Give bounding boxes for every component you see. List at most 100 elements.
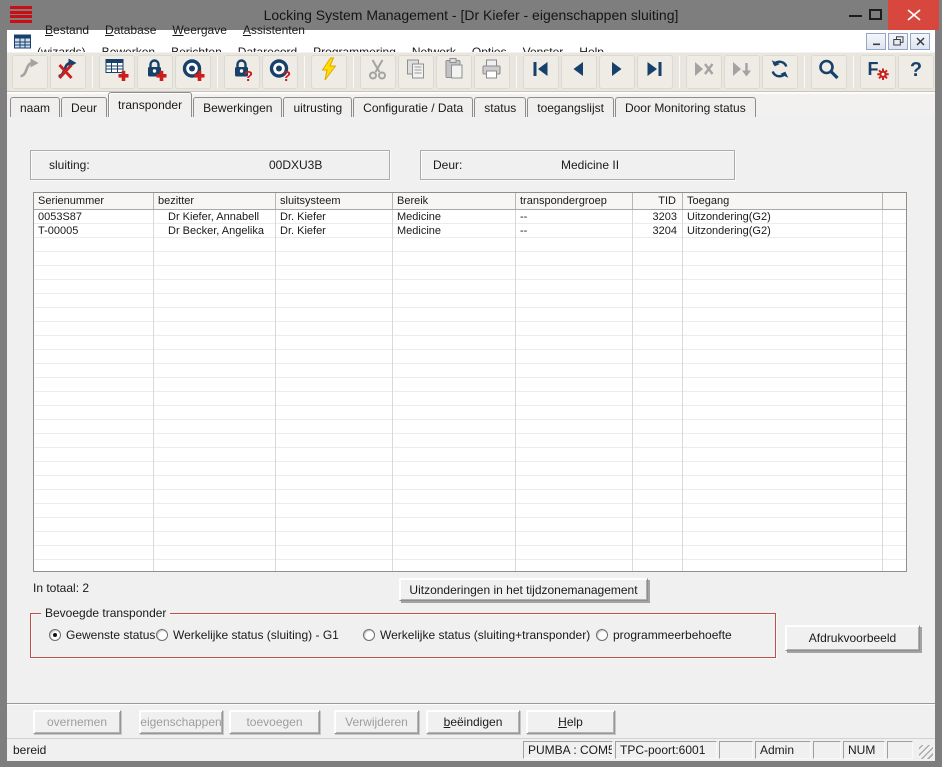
toolbar-help-button[interactable]: ?	[898, 55, 934, 89]
toolbar-cut-button[interactable]	[360, 55, 396, 89]
eigenschappen-button[interactable]: eigenschappen	[139, 710, 223, 734]
print-preview-button[interactable]: Afdrukvoorbeeld	[785, 625, 920, 651]
be-indigen-button[interactable]: beëindigen	[426, 710, 520, 734]
column-header-serienummer[interactable]: Serienummer	[34, 193, 154, 209]
status-panel-tpc-poort-6001: TPC-poort:6001	[615, 741, 717, 759]
maximize-icon[interactable]	[869, 9, 882, 20]
copy-icon	[403, 57, 429, 87]
tab-door-monitoring-status[interactable]: Door Monitoring status	[615, 97, 756, 117]
column-header-transpondergroep[interactable]: transpondergroep	[516, 193, 633, 209]
toolbar-apply-record-button[interactable]	[724, 55, 760, 89]
tab-naam[interactable]: naam	[10, 97, 60, 117]
cell-toegang: Uitzondering(G2)	[683, 210, 883, 224]
verwijderen-button[interactable]: Verwijderen	[334, 710, 419, 734]
toolbar-transponder-query-button[interactable]: ?	[262, 55, 298, 89]
toolbar-filter-settings-button[interactable]: F	[860, 55, 896, 89]
menu-item-bestand[interactable]: Bestand	[37, 23, 97, 37]
column-header-bereik[interactable]: Bereik	[393, 193, 516, 209]
toolbar-cancel-arrow-button[interactable]	[50, 55, 86, 89]
table-header-row: SerienummerbezittersluitsysteemBereiktra…	[34, 193, 906, 210]
mdi-minimize-icon[interactable]	[866, 33, 886, 50]
toolbar-print-button[interactable]	[474, 55, 510, 89]
cell-bereik: Medicine	[393, 210, 516, 224]
menu-bar: BestandDatabaseWeergaveAssistenten (wiza…	[7, 30, 935, 52]
minimize-icon[interactable]	[849, 15, 862, 17]
toolbar-new-lock-button[interactable]	[137, 55, 173, 89]
svg-text:?: ?	[282, 68, 291, 82]
toevoegen-button[interactable]: toevoegen	[229, 710, 320, 734]
column-header-sluitsysteem[interactable]: sluitsysteem	[276, 193, 393, 209]
toolbar-next-record-button[interactable]	[599, 55, 635, 89]
toolbar-separator	[217, 56, 218, 88]
prev-record-icon	[566, 57, 592, 87]
toolbar-flash-button[interactable]	[311, 55, 347, 89]
toolbar-refresh-button[interactable]	[762, 55, 798, 89]
new-locking-system-icon	[104, 57, 130, 87]
tab-status[interactable]: status	[474, 97, 526, 117]
toolbar-cancel-record-button[interactable]	[686, 55, 722, 89]
new-transponder-icon	[180, 57, 206, 87]
transponder-query-icon: ?	[267, 57, 293, 87]
table-body: 0053S87Dr Kiefer, AnnabellDr. KieferMedi…	[34, 210, 906, 571]
refresh-icon	[767, 57, 793, 87]
toolbar-separator	[804, 56, 805, 88]
tab-transponder[interactable]: transponder	[108, 92, 192, 117]
help-button[interactable]: Help	[526, 710, 615, 734]
mdi-document-icon[interactable]	[14, 34, 31, 49]
tab-deur[interactable]: Deur	[61, 97, 107, 117]
radio-unselected-icon[interactable]	[596, 629, 608, 641]
radio-unselected-icon[interactable]	[156, 629, 168, 641]
last-record-icon	[642, 57, 668, 87]
radio-unselected-icon[interactable]	[363, 629, 375, 641]
toolbar-first-record-button[interactable]	[523, 55, 559, 89]
cell-toegang: Uitzondering(G2)	[683, 224, 883, 238]
tijdzone-exceptions-button[interactable]: Uitzonderingen in het tijdzonemanagement	[399, 578, 648, 601]
column-header-tid[interactable]: TID	[633, 193, 683, 209]
print-icon	[479, 57, 505, 87]
radio-werkelijke-status-sluiting-g1[interactable]: Werkelijke status (sluiting) - G1	[156, 628, 339, 642]
radio-gewenste-status[interactable]: Gewenste status	[49, 628, 155, 642]
toolbar-copy-button[interactable]	[398, 55, 434, 89]
column-gridline	[275, 210, 276, 571]
tab-toegangslijst[interactable]: toegangslijst	[527, 97, 614, 117]
column-gridline	[392, 210, 393, 571]
overnemen-button[interactable]: overnemen	[33, 710, 121, 734]
toolbar-last-record-button[interactable]	[637, 55, 673, 89]
menu-item-database[interactable]: Database	[97, 23, 164, 37]
resize-grip[interactable]	[919, 745, 933, 759]
radio-programmeerbehoefte[interactable]: programmeerbehoefte	[596, 628, 732, 642]
column-gridline	[882, 210, 883, 571]
toolbar-flow-arrow-button[interactable]	[12, 55, 48, 89]
toolbar-separator	[516, 56, 517, 88]
tab-bewerkingen[interactable]: Bewerkingen	[193, 97, 282, 117]
status-panel-pumba-com5: PUMBA : COM5	[523, 741, 613, 759]
table-row-t-00005[interactable]: T-00005Dr Becker, AngelikaDr. KieferMedi…	[34, 224, 906, 238]
transponder-tab-panel: sluiting: 00DXU3B Deur: Medicine II Seri…	[7, 117, 935, 703]
column-header-filler	[883, 193, 906, 209]
menu-item-weergave[interactable]: Weergave	[164, 23, 234, 37]
search-icon	[816, 57, 842, 87]
status-panel-empty	[813, 741, 841, 759]
close-icon[interactable]	[888, 0, 939, 30]
cell-transpondergroep: --	[516, 224, 633, 238]
mdi-close-icon[interactable]	[910, 33, 930, 50]
toolbar-search-button[interactable]	[811, 55, 847, 89]
column-header-bezitter[interactable]: bezitter	[154, 193, 276, 209]
radio-selected-icon[interactable]	[49, 629, 61, 641]
column-header-toegang[interactable]: Toegang	[683, 193, 883, 209]
toolbar-new-transponder-button[interactable]	[175, 55, 211, 89]
tab-configuratie-data[interactable]: Configuratie / Data	[353, 97, 473, 117]
radio-werkelijke-status-sluiting-transponder[interactable]: Werkelijke status (sluiting+transponder)	[363, 628, 590, 642]
toolbar-prev-record-button[interactable]	[561, 55, 597, 89]
deur-value: Medicine II	[561, 158, 619, 172]
table-row-0053s87[interactable]: 0053S87Dr Kiefer, AnnabellDr. KieferMedi…	[34, 210, 906, 224]
toolbar-new-locking-system-button[interactable]	[99, 55, 135, 89]
flash-icon	[316, 57, 342, 87]
tab-uitrusting[interactable]: uitrusting	[283, 97, 352, 117]
transponder-table[interactable]: SerienummerbezittersluitsysteemBereiktra…	[33, 192, 907, 572]
mdi-restore-icon[interactable]	[888, 33, 908, 50]
cell-bezitter: Dr Becker, Angelika	[154, 224, 276, 238]
status-panel-empty	[887, 741, 913, 759]
toolbar-lock-query-button[interactable]: ?	[224, 55, 260, 89]
toolbar-paste-button[interactable]	[436, 55, 472, 89]
